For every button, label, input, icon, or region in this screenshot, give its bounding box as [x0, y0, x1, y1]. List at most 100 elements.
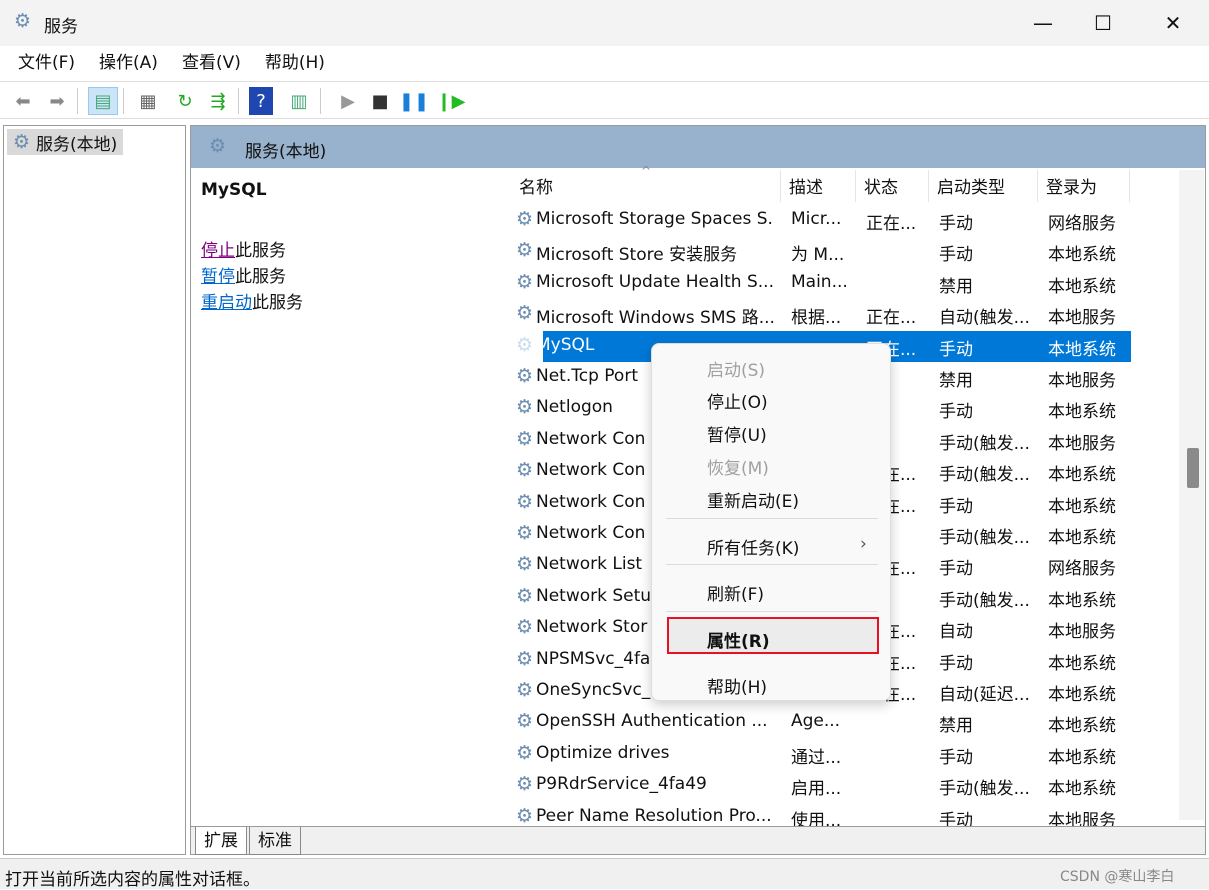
service-gear-icon: ⚙ [516, 741, 534, 764]
cell-log-on-as: 本地系统 [1048, 779, 1116, 800]
menu-item[interactable]: 所有任务(K) [707, 534, 799, 559]
menu-item[interactable]: 恢复(M) [707, 454, 769, 479]
service-gear-icon: ⚙ [516, 584, 534, 607]
chevron-right-icon: › [860, 534, 867, 554]
menu-item[interactable]: 启动(S) [707, 356, 765, 381]
restart-text: 此服务 [252, 293, 303, 313]
cell-name: Peer Name Resolution Pro... [536, 805, 772, 826]
cell-description: 启用... [791, 779, 842, 800]
tab-extended[interactable]: 扩展 [195, 827, 247, 855]
cell-log-on-as: 本地系统 [1048, 716, 1116, 737]
export-list-icon[interactable]: ⇶ [203, 87, 233, 115]
scrollbar-thumb[interactable] [1187, 448, 1199, 488]
cell-startup-type: 手动(触发... [939, 779, 1030, 800]
service-gear-icon: ⚙ [516, 396, 534, 419]
pane-header-title: 服务(本地) [245, 142, 327, 162]
menu-item[interactable]: 属性(R) [707, 627, 770, 652]
status-text: 打开当前所选内容的属性对话框。 [5, 870, 260, 890]
column-startup-type[interactable]: 启动类型 [929, 170, 1038, 202]
cell-log-on-as: 本地系统 [1048, 685, 1116, 705]
column-description[interactable]: 描述 [781, 170, 856, 202]
stop-service-icon[interactable]: ■ [365, 87, 395, 115]
stop-link[interactable]: 停止 [201, 241, 235, 261]
close-button[interactable]: ✕ [1143, 0, 1203, 46]
start-service-icon[interactable]: ▶ [333, 87, 363, 115]
cell-name: Optimize drives [536, 742, 670, 763]
cell-description: 根据... [791, 308, 842, 329]
gear-icon: ⚙ [209, 135, 227, 157]
service-row[interactable]: ⚙ Microsoft Store 安装服务 为 M... 手动 本地系统 [506, 236, 1131, 267]
show-action-pane-icon[interactable]: ▥ [284, 87, 314, 115]
menu-separator [666, 564, 878, 565]
cell-log-on-as: 网络服务 [1048, 559, 1116, 580]
menu-item[interactable]: 重新启动(E) [707, 487, 799, 512]
service-row[interactable]: ⚙ OpenSSH Authentication ... Age... 禁用 本地系统 [506, 707, 1131, 738]
maximize-button[interactable]: ☐ [1073, 0, 1133, 46]
service-gear-icon: ⚙ [516, 208, 534, 230]
cell-name: Microsoft Storage Spaces S... [536, 209, 774, 229]
tree-item-services-local[interactable]: ⚙ 服务(本地) [7, 129, 124, 155]
column-log-on-as[interactable]: 登录为 [1038, 170, 1130, 202]
service-gear-icon: ⚙ [516, 490, 534, 513]
title-bar: ⚙ 服务 — ☐ ✕ [0, 0, 1209, 46]
tab-standard[interactable]: 标准 [249, 827, 301, 855]
cell-log-on-as: 本地系统 [1048, 245, 1116, 266]
menu-action[interactable]: 操作(A) [99, 46, 158, 80]
restart-link[interactable]: 重启动 [201, 293, 252, 313]
service-row[interactable]: ⚙ Microsoft Update Health S... Main... 禁用 本地… [506, 268, 1131, 299]
toolbar-divider [238, 88, 239, 114]
status-bar: 打开当前所选内容的属性对话框。 CSDN @寒山李白 [0, 858, 1209, 890]
view-tabs: 扩展 标准 [191, 826, 1205, 855]
properties-sheet-icon[interactable]: ▦ [133, 87, 163, 115]
menu-separator [666, 611, 878, 612]
cell-log-on-as: 本地系统 [1048, 590, 1116, 611]
forward-arrow-icon[interactable]: ➡ [42, 87, 72, 115]
back-arrow-icon[interactable]: ⬅ [8, 87, 38, 115]
cell-log-on-as: 本地系统 [1048, 402, 1116, 423]
refresh-icon[interactable]: ↻ [170, 87, 200, 115]
watermark: CSDN @寒山李白 [1060, 869, 1175, 885]
pause-service-icon[interactable]: ❚❚ [399, 87, 429, 115]
toolbar-divider [320, 88, 321, 114]
cell-name: Microsoft Windows SMS 路... [536, 308, 774, 329]
menu-separator [666, 518, 878, 519]
service-row[interactable]: ⚙ Optimize drives 通过... 手动 本地系统 [506, 739, 1131, 770]
pause-text: 此服务 [235, 267, 286, 287]
menu-help[interactable]: 帮助(H) [265, 46, 325, 80]
cell-name: P9RdrService_4fa49 [536, 774, 707, 795]
pane-header: ⚙ 服务(本地) [191, 126, 1205, 168]
menu-item[interactable]: 刷新(F) [707, 580, 764, 605]
cell-startup-type: 自动(触发... [939, 308, 1030, 329]
service-gear-icon: ⚙ [516, 710, 534, 733]
service-row[interactable]: ⚙ Microsoft Storage Spaces S... Micr... 正在.… [506, 205, 1131, 236]
service-row[interactable]: ⚙ P9RdrService_4fa49 启用... 手动(触发... 本地系统 [506, 770, 1131, 801]
menu-item[interactable]: 帮助(H) [707, 673, 767, 698]
pause-link[interactable]: 暂停 [201, 267, 235, 287]
menu-item[interactable]: 停止(O) [707, 388, 768, 413]
menu-item[interactable]: 暂停(U) [707, 421, 767, 446]
show-hide-console-tree-icon[interactable]: ▤ [88, 87, 118, 115]
services-gear-icon: ⚙ [14, 10, 32, 32]
cell-startup-type: 禁用 [939, 276, 973, 297]
column-status[interactable]: 状态 [856, 170, 929, 202]
cell-log-on-as: 本地系统 [1048, 747, 1116, 768]
menu-view[interactable]: 查看(V) [182, 46, 241, 80]
service-gear-icon: ⚙ [516, 647, 534, 670]
cell-startup-type: 手动(触发... [939, 590, 1030, 611]
restart-service-icon[interactable]: ❙▶ [436, 87, 466, 115]
cell-startup-type: 手动 [939, 653, 973, 674]
cell-startup-type: 禁用 [939, 716, 973, 737]
window-title: 服务 [44, 17, 78, 37]
cell-description: Micr... [791, 209, 842, 229]
cell-startup-type: 手动 [939, 559, 973, 580]
cell-name: OpenSSH Authentication ... [536, 711, 768, 732]
cell-log-on-as: 本地服务 [1048, 308, 1116, 329]
service-row[interactable]: ⚙ Microsoft Windows SMS 路... 根据... 正在... 自动(… [506, 299, 1131, 330]
extended-description-panel: MySQL 停止此服务 暂停此服务 重启动此服务 [191, 168, 501, 828]
help-icon[interactable]: ? [249, 87, 273, 115]
vertical-scrollbar[interactable] [1179, 170, 1204, 820]
minimize-button[interactable]: — [1013, 0, 1073, 46]
stop-service-line: 停止此服务 [201, 236, 286, 261]
cell-startup-type: 手动 [939, 339, 973, 360]
menu-file[interactable]: 文件(F) [18, 46, 75, 80]
